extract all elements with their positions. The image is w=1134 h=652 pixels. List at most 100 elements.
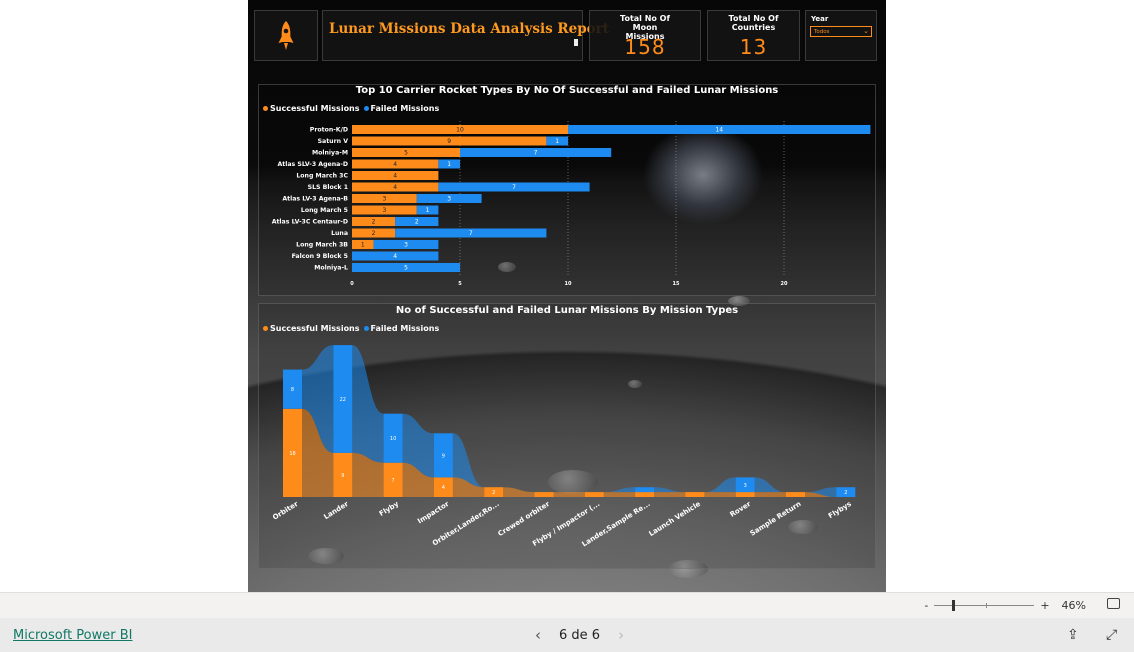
kpi-countries-value: 13 [739,35,768,59]
chevron-down-icon: ⌄ [863,27,869,35]
ribbon-successful [654,492,686,497]
report-title-card: Lunar Missions Data Analysis Report [322,10,609,61]
fullscreen-icon[interactable]: ⤢ [1106,627,1117,643]
mission-type-ribbon-chart: 188Orbiter922Lander710Flyby49Impactor2Or… [271,345,856,548]
category-label: Flybys [827,500,853,520]
category-label: Molniya-L [314,265,348,272]
category-label: Luna [331,230,348,237]
ribbon-failed [704,477,736,493]
data-label-successful: 3 [382,207,386,214]
ribbon-successful [704,492,736,497]
x-tick-label: 0 [350,281,354,287]
category-label: Atlas LV-3C Centaur-D [272,219,348,226]
zoom-slider[interactable] [934,600,1035,611]
ribbon-failed [603,487,636,493]
page-indicator: 6 de 6 [559,627,601,643]
x-tick-label: 5 [458,281,462,287]
column-failed [635,487,655,493]
year-filter-dropdown[interactable]: Todos ⌄ [810,26,872,37]
ribbon-successful [553,492,585,497]
data-label-failed: 5 [404,265,408,272]
category-label: Launch Vehicle [648,500,703,538]
power-bi-link[interactable]: Microsoft Power BI [13,628,132,643]
data-label-successful: 2 [492,490,495,496]
data-label-failed: 7 [512,184,516,191]
data-label-failed: 2 [844,490,847,496]
kpi-total-countries: Total No Of Countries 13 [707,10,800,61]
kpi-total-missions: Total No Of Moon Missions 158 [589,10,701,61]
category-label: Falcon 9 Block 5 [292,253,348,260]
year-filter-value: Todos [814,29,830,35]
year-filter-label: Year [811,15,829,23]
category-label: Proton-K/D [310,127,348,134]
data-label-successful: 5 [404,150,408,157]
column-successful [685,492,705,497]
data-label-successful: 4 [393,161,397,168]
zoom-control: - + 46% [924,599,1086,612]
zoom-in-button[interactable]: + [1040,599,1049,612]
fit-to-page-icon[interactable] [1107,598,1120,609]
category-label: Impactor [416,500,451,526]
page-navigator: ‹ 6 de 6 › [535,626,624,644]
zoom-level: 46% [1061,599,1086,612]
ribbon-successful [754,492,786,497]
category-label: Sample Return [749,500,803,538]
rocket-chart-panel: Top 10 Carrier Rocket Types By No Of Suc… [258,84,876,296]
data-label-failed: 10 [390,436,396,442]
zoom-slider-tick [986,603,988,608]
report-canvas: Lunar Missions Data Analysis Report Tota… [248,0,886,592]
data-label-failed: 14 [715,127,723,134]
kpi-missions-value: 158 [624,35,666,59]
data-label-successful: 10 [456,127,464,134]
category-label: Atlas LV-3 Agena-B [282,196,348,203]
data-label-failed: 1 [426,207,430,214]
data-label-failed: 8 [291,387,294,393]
data-label-successful: 4 [393,184,397,191]
column-successful [635,492,655,497]
data-label-successful: 4 [442,485,445,491]
data-label-failed: 9 [442,453,445,459]
next-page-icon[interactable]: › [618,626,624,644]
kpi-countries-label: Total No Of Countries [728,14,779,32]
data-label-successful: 18 [289,451,295,457]
data-label-successful: 1 [361,242,365,249]
data-label-successful: 2 [372,219,376,226]
column-successful [584,492,604,497]
data-label-failed: 2 [415,219,419,226]
column-successful [735,492,755,497]
data-label-successful: 9 [341,473,344,479]
x-tick-label: 15 [673,281,680,287]
category-label: Long March 3C [296,173,348,180]
column-successful [534,492,554,497]
category-label: Long March 3B [296,242,348,249]
column-successful [786,492,805,497]
category-label: Saturn V [318,138,349,145]
data-label-successful: 9 [447,138,451,145]
category-label: Crewed orbiter [497,500,552,538]
category-label: Orbiter [271,500,300,522]
data-label-failed: 1 [555,138,559,145]
category-label: Rover [729,500,753,519]
footer-bar: Microsoft Power BI ‹ 6 de 6 › ⇪ ⤢ [0,618,1134,652]
data-label-successful: 2 [372,230,376,237]
year-filter-card: Year Todos ⌄ [805,10,877,61]
data-label-successful: 4 [393,173,397,180]
mission-type-chart-panel: No of Successful and Failed Lunar Missio… [258,303,876,569]
data-label-failed: 7 [469,230,473,237]
cursor-marker [574,39,578,46]
category-label: SLS Block 1 [308,184,348,191]
ribbon-failed [654,487,686,493]
data-label-successful: 7 [392,478,395,484]
share-icon[interactable]: ⇪ [1067,627,1079,643]
data-label-failed: 7 [534,150,538,157]
ribbon-successful [503,487,535,497]
previous-page-icon[interactable]: ‹ [535,626,541,644]
report-title: Lunar Missions Data Analysis Report [329,21,609,37]
zoom-out-button[interactable]: - [924,599,928,612]
logo-card [254,10,318,61]
ribbon-successful [603,492,636,497]
category-label: Long March 5 [301,207,348,214]
data-label-successful: 3 [382,196,386,203]
category-label: Lander [322,500,350,522]
zoom-slider-thumb[interactable] [952,600,956,611]
